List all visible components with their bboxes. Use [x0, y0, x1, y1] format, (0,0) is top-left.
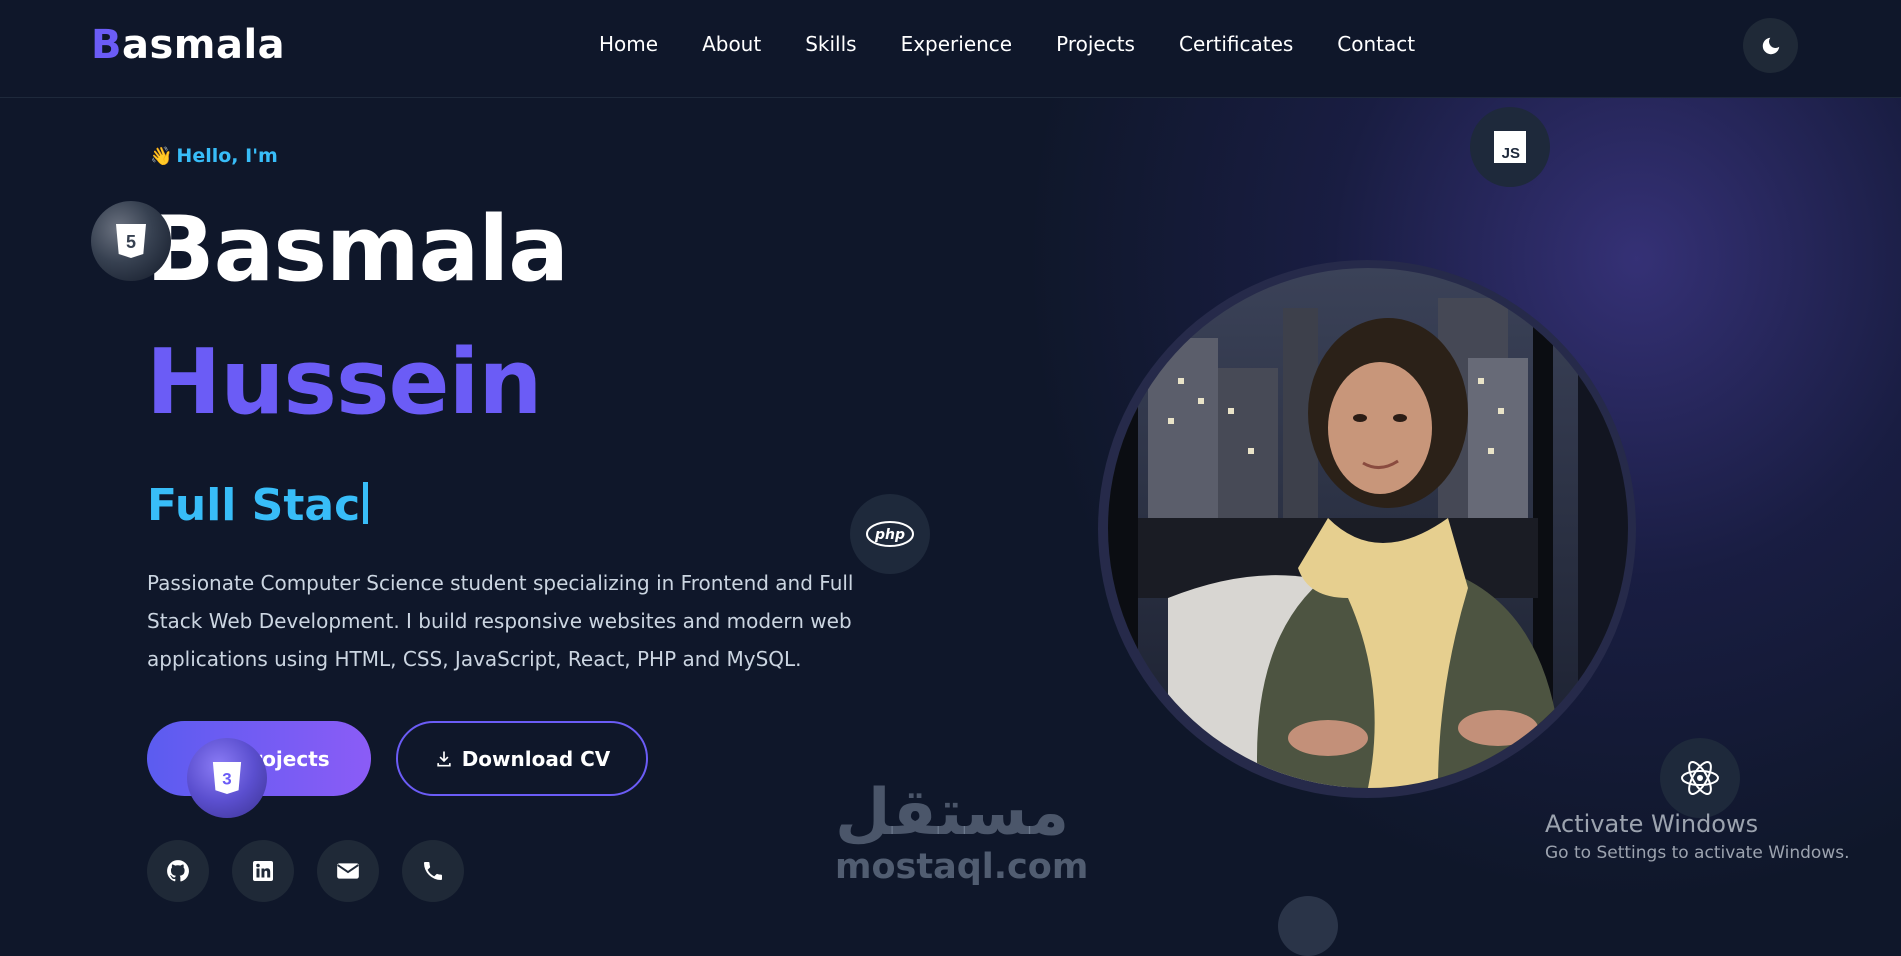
watermark-latin: mostaql.com	[835, 847, 1089, 887]
github-button[interactable]	[147, 840, 209, 902]
nav-links: Home About Skills Experience Projects Ce…	[599, 32, 1415, 56]
html5-icon: 5	[116, 224, 146, 258]
phone-button[interactable]	[402, 840, 464, 902]
hero-first-name: Basmala	[146, 197, 569, 302]
nav-home[interactable]: Home	[599, 32, 658, 56]
github-icon	[167, 860, 189, 882]
svg-text:3: 3	[222, 770, 231, 789]
watermark-arabic: مستقل	[835, 776, 1070, 850]
brand-logo[interactable]: Basmala	[91, 22, 285, 68]
download-cv-button[interactable]: Download CV	[396, 721, 648, 796]
css3-icon: 3	[212, 762, 242, 794]
react-badge	[1660, 738, 1740, 818]
react-icon	[1681, 761, 1719, 795]
svg-text:php: php	[874, 527, 905, 543]
hero-description: Passionate Computer Science student spec…	[147, 571, 854, 671]
greeting: 👋 Hello, I'm	[150, 145, 278, 167]
nav-skills[interactable]: Skills	[805, 32, 856, 56]
php-badge: php	[850, 494, 930, 574]
wave-icon: 👋	[150, 146, 173, 167]
activate-windows-title: Activate Windows	[1545, 810, 1759, 838]
typing-cursor	[363, 482, 369, 524]
nav-projects[interactable]: Projects	[1056, 32, 1135, 56]
nav-certificates[interactable]: Certificates	[1179, 32, 1293, 56]
tech-badge-partial	[1278, 896, 1338, 956]
typing-role: Full Stac	[147, 482, 369, 528]
nav-contact[interactable]: Contact	[1337, 32, 1415, 56]
php-icon: php	[866, 521, 914, 547]
javascript-icon: JS	[1494, 131, 1526, 163]
theme-toggle-button[interactable]	[1743, 18, 1798, 73]
phone-icon	[424, 862, 442, 880]
linkedin-icon	[253, 861, 273, 881]
activate-windows-subtitle: Go to Settings to activate Windows.	[1545, 843, 1850, 863]
html5-badge: 5	[91, 201, 171, 281]
download-icon	[437, 751, 451, 766]
svg-text:JS: JS	[1502, 145, 1520, 162]
svg-text:5: 5	[126, 232, 136, 252]
nav-about[interactable]: About	[702, 32, 761, 56]
javascript-badge: JS	[1470, 107, 1550, 187]
css3-badge: 3	[187, 738, 267, 818]
profile-photo	[1108, 268, 1628, 788]
moon-icon	[1762, 37, 1779, 54]
email-icon	[337, 863, 359, 879]
linkedin-button[interactable]	[232, 840, 294, 902]
email-button[interactable]	[317, 840, 379, 902]
navbar: Basmala Home About Skills Experience Pro…	[0, 0, 1901, 98]
nav-experience[interactable]: Experience	[901, 32, 1013, 56]
hero-last-name: Hussein	[146, 330, 542, 435]
